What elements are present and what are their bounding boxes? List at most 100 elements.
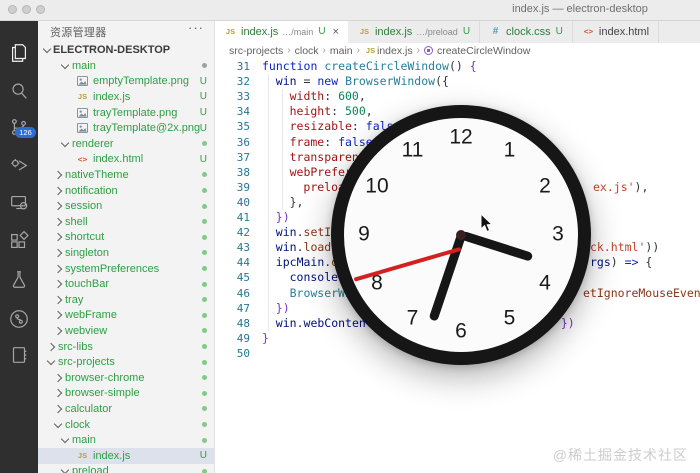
tree-item-shortcut[interactable]: shortcut — [38, 230, 215, 246]
tree-item-label: emptyTemplate.png — [93, 75, 189, 87]
breadcrumb-item-src-projects[interactable]: src-projects — [229, 45, 283, 57]
tab-index-html[interactable]: <>index.html — [573, 20, 659, 43]
tree-item-label: trayTemplate@2x.png — [93, 122, 200, 134]
line-number[interactable]: 44 — [220, 255, 250, 270]
line-number[interactable]: 38 — [220, 165, 250, 180]
breadcrumb-item-index.js[interactable]: JSindex.js — [364, 45, 413, 57]
chevron-right-icon — [54, 202, 62, 210]
tree-item-webframe[interactable]: webFrame — [38, 308, 215, 324]
line-number[interactable]: 33 — [220, 89, 250, 104]
close-icon[interactable]: × — [333, 26, 339, 38]
modified-dot — [202, 235, 207, 240]
tree-item-emptytemplate-png[interactable]: emptyTemplate.png U — [38, 74, 215, 90]
minimize-traffic-light[interactable] — [22, 5, 31, 14]
code-line-32[interactable]: 32win = new BrowserWindow({ — [215, 74, 700, 89]
tree-item-webview[interactable]: webview — [38, 323, 215, 339]
line-number[interactable]: 50 — [220, 346, 250, 361]
breadcrumb-separator: › — [287, 45, 290, 56]
line-number[interactable]: 49 — [220, 331, 250, 346]
breadcrumb-item-createcirclewindow[interactable]: createCircleWindow — [424, 45, 530, 57]
modified-dot — [202, 297, 207, 302]
tree-item-clock[interactable]: clock — [38, 417, 215, 433]
close-traffic-light[interactable] — [8, 5, 17, 14]
tree-item-calculator[interactable]: calculator — [38, 401, 215, 417]
explorer-actions-icon[interactable]: ··· — [188, 20, 204, 35]
line-number[interactable]: 32 — [220, 74, 250, 89]
line-number[interactable]: 48 — [220, 316, 250, 331]
tree-item-main[interactable]: main — [38, 58, 215, 74]
line-number[interactable]: 31 — [220, 59, 250, 74]
title-bar: index.js — electron-desktop — [0, 0, 700, 21]
line-number[interactable]: 35 — [220, 119, 250, 134]
modified-dot — [202, 360, 207, 365]
tree-item-src-projects[interactable]: src-projects — [38, 354, 215, 370]
tree-item-browser-chrome[interactable]: browser-chrome — [38, 370, 215, 386]
line-number[interactable]: 47 — [220, 301, 250, 316]
tree-item-renderer[interactable]: renderer — [38, 136, 215, 152]
line-number[interactable]: 37 — [220, 150, 250, 165]
tab-description: …/main — [282, 27, 313, 37]
code-fragment-line-39: ex.js'), — [593, 180, 648, 195]
source-control-icon[interactable]: 126 — [0, 112, 38, 142]
tree-item-index-html[interactable]: <>index.htmlU — [38, 152, 215, 168]
breadcrumb-item-clock[interactable]: clock — [295, 45, 319, 57]
image-file-icon — [76, 122, 89, 134]
tree-item-src-libs[interactable]: src-libs — [38, 339, 215, 355]
tree-item-session[interactable]: session — [38, 198, 215, 214]
js-file-icon: JS — [358, 26, 371, 38]
modified-dot — [202, 63, 207, 68]
tree-item-nativetheme[interactable]: nativeTheme — [38, 167, 215, 183]
chevron-down-icon — [47, 357, 55, 365]
line-number[interactable]: 45 — [220, 270, 250, 285]
line-number[interactable]: 46 — [220, 286, 250, 301]
breadcrumb-item-main[interactable]: main — [330, 45, 353, 57]
analog-clock-window[interactable]: 123456789101112 — [331, 105, 591, 365]
tree-item-preload[interactable]: preload — [38, 464, 215, 473]
tree-item-label: shortcut — [65, 231, 104, 243]
tree-item-notification[interactable]: notification — [38, 183, 215, 199]
chevron-right-icon — [54, 327, 62, 335]
explorer-title: 资源管理器 — [50, 24, 107, 40]
tree-item-browser-simple[interactable]: browser-simple — [38, 386, 215, 402]
line-number[interactable]: 36 — [220, 135, 250, 150]
tree-item-label: nativeTheme — [65, 169, 129, 181]
tree-item-singleton[interactable]: singleton — [38, 245, 215, 261]
notebook-icon[interactable] — [0, 340, 38, 370]
tree-item-tray[interactable]: tray — [38, 292, 215, 308]
line-number[interactable]: 40 — [220, 195, 250, 210]
git-status-badge: U — [200, 76, 207, 87]
tab-clock-css[interactable]: #clock.cssU — [480, 20, 573, 43]
zoom-traffic-light[interactable] — [36, 5, 45, 14]
search-icon[interactable] — [0, 76, 38, 106]
explorer-icon[interactable] — [0, 38, 38, 68]
tree-item-shell[interactable]: shell — [38, 214, 215, 230]
code-line-33[interactable]: 33width: 600, — [215, 89, 700, 104]
tree-item-label: index.html — [93, 153, 143, 165]
extensions-icon[interactable] — [0, 226, 38, 256]
chevron-right-icon — [54, 233, 62, 241]
tab-index-js[interactable]: JSindex.js…/mainU× — [215, 20, 349, 43]
line-number[interactable]: 43 — [220, 240, 250, 255]
line-number[interactable]: 41 — [220, 210, 250, 225]
tab-index-js[interactable]: JSindex.js…/preloadU — [349, 20, 480, 43]
tree-item-touchbar[interactable]: touchBar — [38, 276, 215, 292]
code-fragment-line-43: ck.html')) — [590, 240, 659, 255]
tree-item-main[interactable]: main — [38, 432, 215, 448]
line-number[interactable]: 34 — [220, 104, 250, 119]
tree-item-traytemplate-png[interactable]: trayTemplate.pngU — [38, 105, 215, 121]
run-and-debug-icon[interactable] — [0, 150, 38, 180]
tree-item-index-js[interactable]: JSindex.jsU — [38, 448, 215, 464]
tree-item-traytemplate-2x-png[interactable]: trayTemplate@2x.pngU — [38, 120, 215, 136]
tree-root-row[interactable]: ELECTRON-DESKTOP — [38, 42, 215, 58]
testing-icon[interactable] — [0, 264, 38, 294]
tree-item-systempreferences[interactable]: systemPreferences — [38, 261, 215, 277]
tree-item-index-js[interactable]: JSindex.jsU — [38, 89, 215, 105]
line-number[interactable]: 39 — [220, 180, 250, 195]
git-status-badge: U — [556, 26, 563, 37]
code-line-31[interactable]: 31function createCircleWindow() { — [215, 59, 700, 74]
css-file-icon: # — [489, 26, 502, 38]
remote-explorer-icon[interactable] — [0, 188, 38, 218]
line-number[interactable]: 42 — [220, 225, 250, 240]
clock-number-4: 4 — [539, 271, 551, 295]
source-control-graph-icon[interactable] — [0, 304, 38, 334]
